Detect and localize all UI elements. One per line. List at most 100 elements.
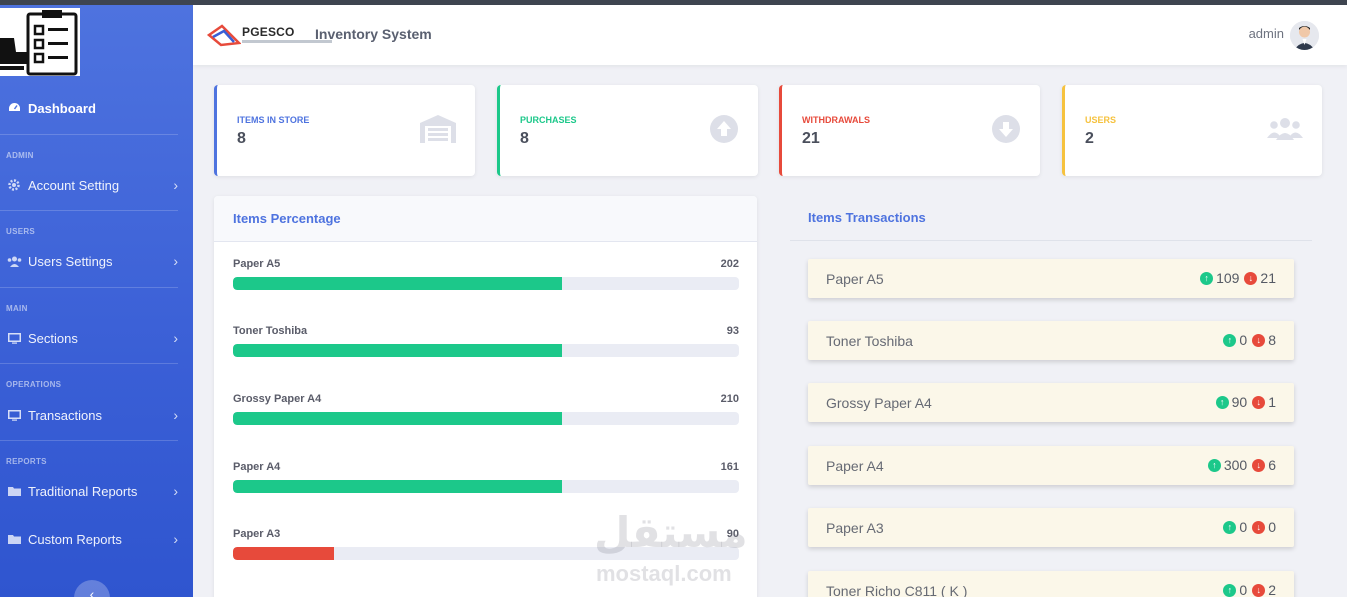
sidebar-item-transactions[interactable]: Transactions › [6, 404, 178, 426]
arrow-up-circle-icon: ↑ [1200, 271, 1214, 285]
transaction-counts: ↑ 0 ↓ 2 [1223, 582, 1276, 597]
section-heading-admin: ADMIN [6, 151, 34, 160]
clipboard-logo-icon[interactable] [0, 8, 80, 76]
sidebar-item-label: Transactions [28, 407, 102, 423]
progress-fill [233, 277, 562, 290]
transaction-row[interactable]: Paper A5 ↑ 109 ↓ 21 [808, 259, 1294, 298]
sidebar-item-users-settings[interactable]: Users Settings › [6, 250, 178, 272]
stat-title: USERS [1085, 115, 1117, 125]
stat-card-items-in-store[interactable]: ITEMS IN STORE 8 [214, 85, 475, 176]
progress-fill [233, 412, 562, 425]
sidebar-item-label: Sections [28, 330, 78, 346]
stat-title: WITHDRAWALS [802, 115, 870, 125]
sidebar-item-label: Dashboard [28, 100, 96, 116]
purchases-count: 0 [1239, 332, 1248, 348]
withdrawals-count: 21 [1260, 270, 1276, 286]
transaction-row[interactable]: Toner Toshiba ↑ 0 ↓ 8 [808, 321, 1294, 360]
sidebar-item-traditional-reports[interactable]: Traditional Reports › [6, 480, 178, 502]
sidebar-toggle-button[interactable]: ‹ [74, 580, 110, 597]
arrow-up-circle-icon: ↑ [1223, 583, 1237, 597]
progress-label: Paper A4 [233, 461, 281, 473]
transaction-counts: ↑ 0 ↓ 8 [1223, 332, 1276, 348]
progress-label: Paper A3 [233, 528, 281, 540]
transaction-item-name: Paper A5 [826, 271, 884, 287]
progress-fill [233, 344, 562, 357]
withdrawals-count: 1 [1268, 394, 1276, 410]
progress-fill [233, 480, 562, 493]
arrow-down-circle-icon: ↓ [1252, 333, 1266, 347]
chevron-right-icon: › [173, 330, 178, 346]
folder-icon [6, 533, 22, 545]
users-icon [1267, 118, 1303, 140]
arrow-down-circle-icon: ↓ [1252, 458, 1266, 472]
stat-value: 8 [520, 130, 529, 147]
progress-track [233, 344, 739, 357]
brand-name: PGESCO [242, 25, 295, 39]
transaction-item-name: Toner Toshiba [826, 333, 913, 349]
sidebar-item-label: Users Settings [28, 253, 113, 269]
transaction-item-name: Toner Richo C811 ( K ) [826, 583, 968, 597]
progress-value: 93 [726, 325, 739, 337]
progress-track [233, 412, 739, 425]
chevron-right-icon: › [173, 483, 178, 499]
purchases-count: 0 [1239, 519, 1248, 535]
sidebar-item-label: Custom Reports [28, 531, 122, 547]
stat-value: 2 [1085, 130, 1094, 147]
progress-value: 210 [720, 393, 739, 405]
desktop-icon [6, 332, 22, 344]
arrow-up-circle-icon: ↑ [1223, 520, 1237, 534]
section-heading-users: USERS [6, 227, 36, 236]
arrow-down-circle-icon: ↓ [1252, 583, 1266, 597]
desktop-icon [6, 409, 22, 421]
transaction-counts: ↑ 300 ↓ 6 [1207, 457, 1276, 473]
user-name[interactable]: admin [1249, 26, 1284, 41]
page-title: Inventory System [315, 26, 432, 42]
sidebar-item-sections[interactable]: Sections › [6, 327, 178, 349]
arrow-down-circle-icon: ↓ [1244, 271, 1258, 285]
transaction-counts: ↑ 109 ↓ 21 [1200, 270, 1276, 286]
transaction-row[interactable]: Paper A3 ↑ 0 ↓ 0 [808, 508, 1294, 547]
withdrawals-count: 6 [1268, 457, 1276, 473]
sidebar-item-custom-reports[interactable]: Custom Reports › [6, 528, 178, 550]
chevron-right-icon: › [173, 253, 178, 269]
divider [0, 440, 178, 441]
transaction-counts: ↑ 0 ↓ 0 [1223, 519, 1276, 535]
progress-value: 161 [720, 461, 739, 473]
purchases-count: 300 [1223, 457, 1248, 473]
progress-track [233, 480, 739, 493]
divider [0, 287, 178, 288]
stat-card-withdrawals[interactable]: WITHDRAWALS 21 [779, 85, 1040, 176]
user-avatar-icon [1290, 21, 1319, 50]
stat-card-users[interactable]: USERS 2 [1062, 85, 1322, 176]
transaction-row[interactable]: Paper A4 ↑ 300 ↓ 6 [808, 446, 1294, 485]
transaction-counts: ↑ 90 ↓ 1 [1215, 394, 1276, 410]
stat-title: ITEMS IN STORE [237, 115, 310, 125]
users-icon [6, 255, 22, 267]
sidebar-item-dashboard[interactable]: Dashboard [6, 97, 178, 119]
arrow-up-circle-icon [710, 115, 738, 143]
arrow-down-circle-icon [992, 115, 1020, 143]
section-heading-reports: REPORTS [6, 457, 47, 466]
progress-track [233, 277, 739, 290]
avatar[interactable] [1290, 21, 1319, 50]
topbar: PGESCO Inventory System admin [193, 5, 1347, 65]
progress-fill [233, 547, 335, 560]
chevron-right-icon: › [173, 407, 178, 423]
sidebar: Dashboard ADMIN Account Setting › USERS … [0, 5, 193, 597]
stat-value: 8 [237, 130, 246, 147]
transaction-row[interactable]: Grossy Paper A4 ↑ 90 ↓ 1 [808, 383, 1294, 422]
purchases-count: 109 [1216, 270, 1240, 286]
stat-card-purchases[interactable]: PURCHASES 8 [497, 85, 758, 176]
watermark-text: mostaql.com [596, 561, 732, 586]
chevron-right-icon: › [173, 531, 178, 547]
withdrawals-count: 0 [1268, 519, 1276, 535]
purchases-count: 90 [1231, 394, 1248, 410]
arrow-up-circle-icon: ↑ [1207, 458, 1221, 472]
chevron-right-icon: › [173, 177, 178, 193]
sidebar-item-account-setting[interactable]: Account Setting › [6, 174, 178, 196]
transaction-row[interactable]: Toner Richo C811 ( K ) ↑ 0 ↓ 2 [808, 571, 1294, 597]
progress-label: Grossy Paper A4 [233, 393, 322, 405]
purchases-count: 0 [1239, 582, 1248, 597]
sidebar-item-label: Account Setting [28, 177, 120, 193]
withdrawals-count: 8 [1268, 332, 1276, 348]
